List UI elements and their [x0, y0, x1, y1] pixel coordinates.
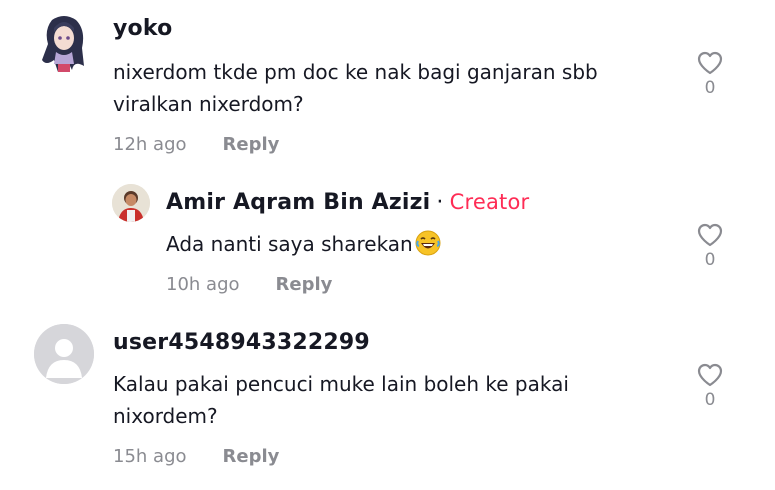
photo-avatar-icon: [112, 184, 150, 222]
comment-username[interactable]: user4548943322299: [113, 330, 370, 355]
comment-meta: 12h ago Reply: [113, 134, 279, 155]
avatar[interactable]: [112, 184, 150, 222]
heart-icon: [697, 51, 723, 75]
comment-timestamp: 12h ago: [113, 134, 187, 155]
like-count: 0: [704, 250, 716, 270]
like-button[interactable]: 0: [690, 362, 730, 410]
avatar[interactable]: [38, 14, 90, 76]
comment-text-line: Ada nanti saya sharekan: [166, 232, 413, 256]
comment-text: Kalau pakai pencuci muke lain boleh ke p…: [113, 368, 569, 432]
anime-avatar-icon: [42, 16, 84, 72]
comment-timestamp: 10h ago: [166, 274, 240, 295]
comment-text: nixerdom tkde pm doc ke nak bagi ganjara…: [113, 56, 598, 120]
comment-text-line: nixerdom tkde pm doc ke nak bagi ganjara…: [113, 60, 598, 84]
comment-text-line: viralkan nixerdom?: [113, 92, 304, 116]
comment-username: Amir Aqram Bin Azizi · Creator: [166, 190, 529, 215]
comment-username[interactable]: yoko: [113, 16, 172, 41]
separator-dot: ·: [436, 190, 444, 215]
avatar[interactable]: [34, 324, 94, 384]
comment-text: Ada nanti saya sharekan: [166, 228, 441, 265]
comment-item: user4548943322299 Kalau pakai pencuci mu…: [0, 310, 775, 490]
like-button[interactable]: 0: [690, 50, 730, 98]
like-button[interactable]: 0: [690, 222, 730, 270]
creator-badge: Creator: [449, 190, 530, 214]
comment-meta: 10h ago Reply: [166, 274, 332, 295]
reply-button[interactable]: Reply: [223, 134, 280, 155]
comment-timestamp: 15h ago: [113, 446, 187, 467]
reply-button[interactable]: Reply: [276, 274, 333, 295]
laughing-emoji-icon: [415, 230, 441, 265]
creator-name[interactable]: Amir Aqram Bin Azizi: [166, 190, 430, 215]
comment-meta: 15h ago Reply: [113, 446, 279, 467]
default-avatar-icon: [34, 324, 94, 384]
heart-icon: [697, 223, 723, 247]
reply-button[interactable]: Reply: [223, 446, 280, 467]
like-count: 0: [704, 78, 716, 98]
like-count: 0: [704, 390, 716, 410]
comment-text-line: nixordem?: [113, 404, 218, 428]
reply-comment-item: Amir Aqram Bin Azizi · Creator Ada nanti s…: [0, 170, 775, 310]
comment-item: yoko nixerdom tkde pm doc ke nak bagi ga…: [0, 0, 775, 170]
heart-icon: [697, 363, 723, 387]
comment-text-line: Kalau pakai pencuci muke lain boleh ke p…: [113, 372, 569, 396]
